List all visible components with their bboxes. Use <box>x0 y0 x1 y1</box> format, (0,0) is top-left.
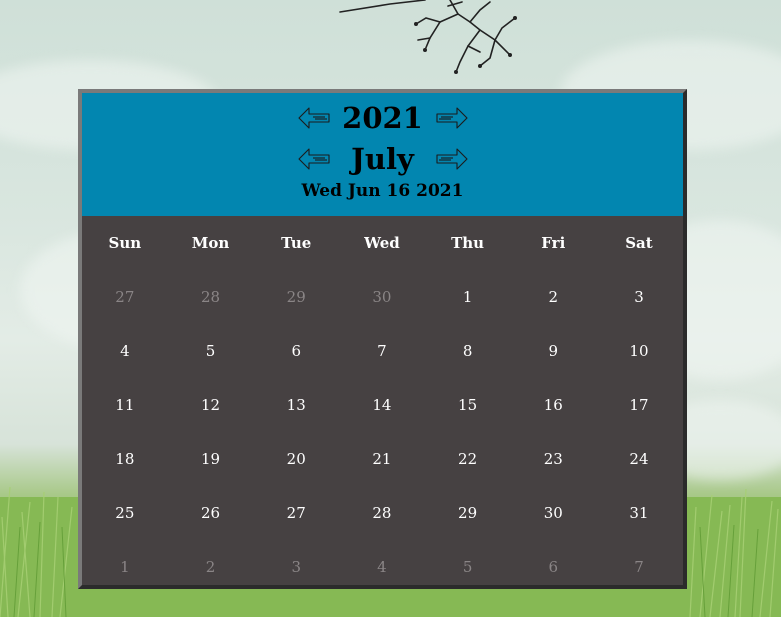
day-cell[interactable]: 21 <box>339 450 425 468</box>
year-label: 2021 <box>342 101 423 135</box>
day-cell[interactable]: 13 <box>253 396 339 414</box>
day-cell[interactable]: 18 <box>82 450 168 468</box>
day-cell[interactable]: 16 <box>510 396 596 414</box>
month-label: July <box>351 142 414 176</box>
day-cell-other-month[interactable]: 3 <box>253 558 339 576</box>
prev-year-button[interactable] <box>297 106 331 130</box>
day-cell-other-month[interactable]: 6 <box>510 558 596 576</box>
weekday-header-row: Sun Mon Tue Wed Thu Fri Sat <box>82 216 683 270</box>
week-row: 25 26 27 28 29 30 31 <box>82 486 683 540</box>
week-row: 18 19 20 21 22 23 24 <box>82 432 683 486</box>
day-cell[interactable]: 17 <box>596 396 682 414</box>
tree-branches <box>339 0 517 74</box>
next-year-button[interactable] <box>435 106 469 130</box>
day-cell[interactable]: 7 <box>339 342 425 360</box>
day-cell[interactable]: 30 <box>510 504 596 522</box>
prev-month-button[interactable] <box>297 147 331 171</box>
day-cell[interactable]: 14 <box>339 396 425 414</box>
weeks-container: 27 28 29 30 1 2 3 4 5 6 7 8 9 10 11 12 13 14 15 16 17 18 19 20 2… <box>82 270 683 594</box>
week-row: 4 5 6 7 8 9 10 <box>82 324 683 378</box>
day-cell[interactable]: 24 <box>596 450 682 468</box>
left-arrow-icon <box>297 148 330 170</box>
day-cell[interactable]: 22 <box>425 450 511 468</box>
day-cell[interactable]: 19 <box>168 450 254 468</box>
left-arrow-icon <box>297 107 330 129</box>
weekday-wed: Wed <box>364 234 400 252</box>
day-cell-other-month[interactable]: 28 <box>168 288 254 306</box>
day-cell[interactable]: 5 <box>168 342 254 360</box>
day-cell-other-month[interactable]: 4 <box>339 558 425 576</box>
day-cell[interactable]: 4 <box>82 342 168 360</box>
background-scene: 2021 July Wed Jun 16 2021 Sun Mon Tue We… <box>0 0 781 617</box>
day-cell[interactable]: 25 <box>82 504 168 522</box>
day-cell[interactable]: 1 <box>425 288 511 306</box>
weekday-sat: Sat <box>625 234 653 252</box>
day-cell[interactable]: 12 <box>168 396 254 414</box>
day-cell[interactable]: 10 <box>596 342 682 360</box>
day-cell[interactable]: 28 <box>339 504 425 522</box>
weekday-sun: Sun <box>108 234 142 252</box>
day-cell[interactable]: 29 <box>425 504 511 522</box>
day-cell[interactable]: 20 <box>253 450 339 468</box>
day-cell[interactable]: 26 <box>168 504 254 522</box>
calendar-grid: Sun Mon Tue Wed Thu Fri Sat 27 28 29 30 1 2 3 4… <box>82 216 683 594</box>
day-cell-other-month[interactable]: 30 <box>339 288 425 306</box>
year-row: 2021 <box>82 98 683 138</box>
day-cell-other-month[interactable]: 5 <box>425 558 511 576</box>
calendar-widget: 2021 July Wed Jun 16 2021 Sun Mon Tue We… <box>78 89 687 589</box>
day-cell-other-month[interactable]: 27 <box>82 288 168 306</box>
right-arrow-icon <box>435 107 468 129</box>
day-cell[interactable]: 9 <box>510 342 596 360</box>
month-row: July <box>82 139 683 179</box>
day-cell-other-month[interactable]: 1 <box>82 558 168 576</box>
week-row: 27 28 29 30 1 2 3 <box>82 270 683 324</box>
right-arrow-icon <box>435 148 468 170</box>
day-cell-other-month[interactable]: 7 <box>596 558 682 576</box>
day-cell[interactable]: 27 <box>253 504 339 522</box>
weekday-mon: Mon <box>191 234 230 252</box>
calendar-header: 2021 July Wed Jun 16 2021 <box>82 93 683 216</box>
today-date-label: Wed Jun 16 2021 <box>301 181 464 201</box>
day-cell[interactable]: 15 <box>425 396 511 414</box>
day-cell[interactable]: 6 <box>253 342 339 360</box>
weekday-fri: Fri <box>541 234 566 252</box>
day-cell-other-month[interactable]: 29 <box>253 288 339 306</box>
weekday-thu: Thu <box>451 234 485 252</box>
day-cell[interactable]: 11 <box>82 396 168 414</box>
day-cell[interactable]: 2 <box>510 288 596 306</box>
day-cell[interactable]: 8 <box>425 342 511 360</box>
day-cell[interactable]: 23 <box>510 450 596 468</box>
week-row: 11 12 13 14 15 16 17 <box>82 378 683 432</box>
weekday-tue: Tue <box>281 234 312 252</box>
day-cell[interactable]: 3 <box>596 288 682 306</box>
next-month-button[interactable] <box>435 147 469 171</box>
day-cell-other-month[interactable]: 2 <box>168 558 254 576</box>
day-cell[interactable]: 31 <box>596 504 682 522</box>
week-row: 1234567 <box>82 540 683 594</box>
